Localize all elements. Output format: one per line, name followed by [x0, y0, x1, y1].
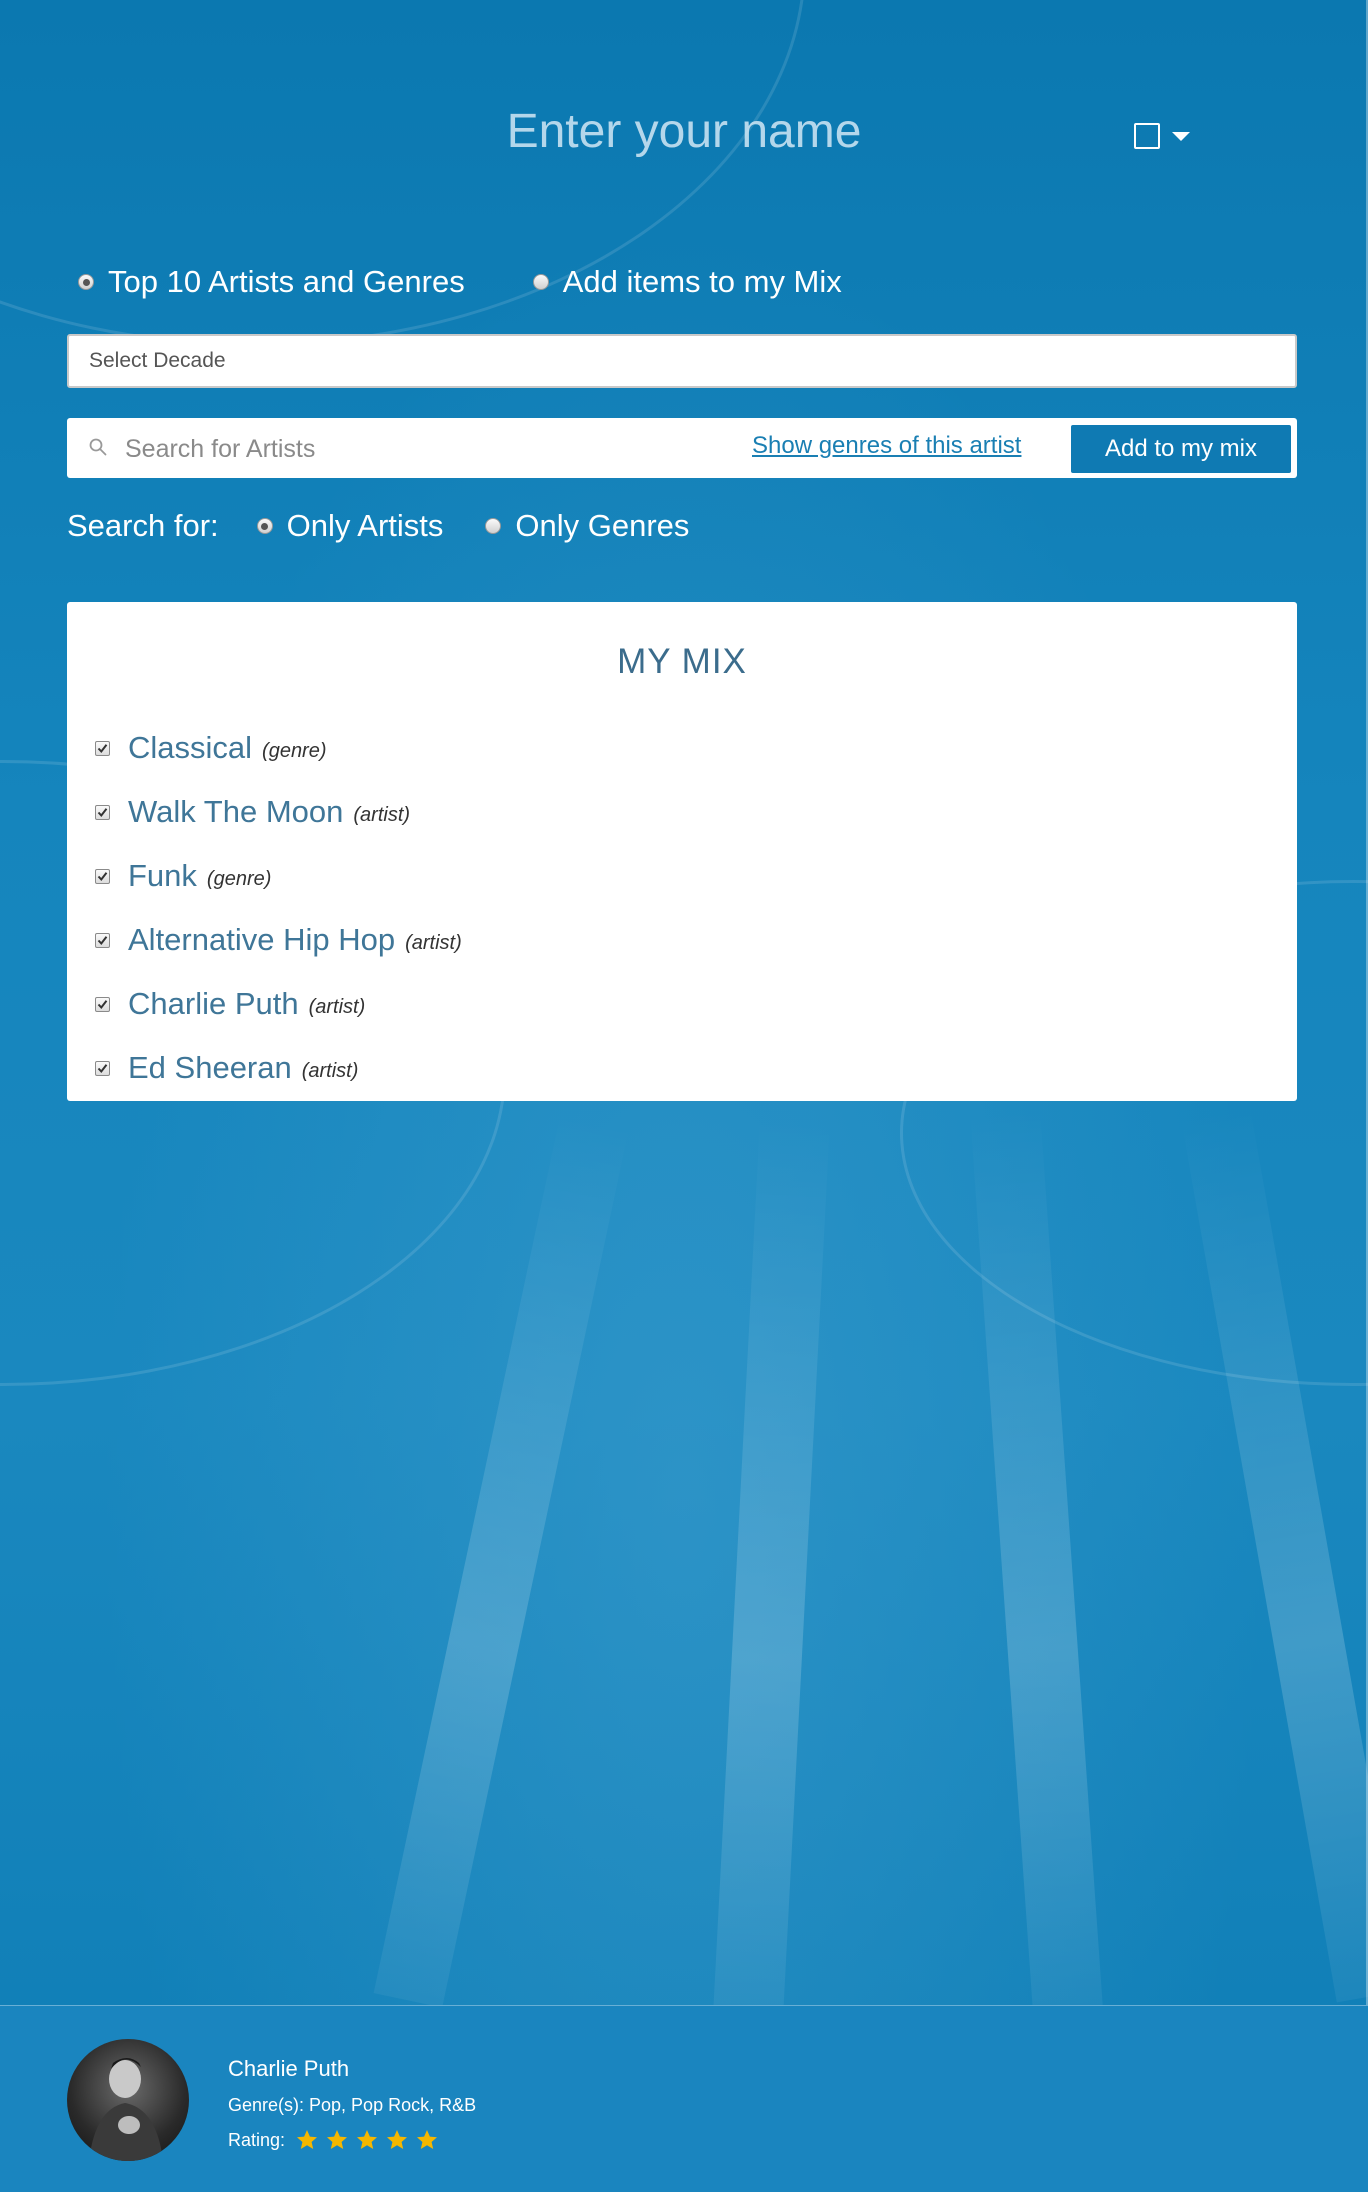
my-mix-panel: MY MIX Classical (genre) Walk The Moon (… — [67, 602, 1297, 1101]
star-icon — [297, 2130, 318, 2149]
checkbox[interactable] — [95, 804, 110, 820]
chevron-down-icon — [1172, 131, 1190, 141]
radio-only-genres[interactable] — [485, 518, 502, 534]
checkbox-icon — [1134, 123, 1160, 149]
mix-item-type: (artist) — [353, 803, 411, 826]
artist-search-bar: Show genres of this artist Add to my mix — [67, 418, 1297, 478]
checkmark-icon — [97, 807, 108, 817]
now-playing-bar: Charlie Puth Genre(s): Pop, Pop Rock, R&… — [0, 2005, 1368, 2192]
now-playing-artist: Charlie Puth — [228, 2056, 350, 2081]
rating-stars — [295, 2128, 445, 2152]
checkbox[interactable] — [95, 868, 110, 884]
mode-radio-group: Top 10 Artists and Genres Add items to m… — [78, 264, 842, 300]
checkbox[interactable] — [95, 740, 110, 756]
mix-item-name: Classical — [128, 730, 253, 765]
star-icon — [387, 2130, 408, 2149]
background-beam — [712, 1118, 830, 2005]
user-menu-toggle[interactable] — [1134, 120, 1204, 152]
search-for-option-label: Only Artists — [286, 508, 444, 543]
artist-photo-icon — [89, 2058, 163, 2161]
search-for-option-genres[interactable]: Only Genres — [485, 508, 689, 544]
decade-select-value: Select Decade — [89, 349, 226, 372]
checkmark-icon — [97, 743, 108, 753]
mix-item-type: (artist) — [301, 1059, 359, 1082]
radio-only-artists[interactable] — [256, 518, 273, 534]
checkmark-icon — [97, 999, 108, 1009]
mix-item-name: Funk — [128, 858, 197, 893]
list-item: Charlie Puth (artist) — [95, 972, 462, 1036]
mix-item-name: Alternative Hip Hop — [128, 922, 396, 957]
mix-item-type: (artist) — [405, 931, 462, 954]
search-icon — [89, 438, 107, 456]
mode-option-top10[interactable]: Top 10 Artists and Genres — [78, 264, 465, 300]
avatar — [67, 2039, 189, 2161]
mode-option-label: Top 10 Artists and Genres — [108, 264, 465, 299]
checkmark-icon — [97, 935, 108, 945]
list-item: Walk The Moon (artist) — [95, 780, 462, 844]
radio-top10[interactable] — [78, 274, 94, 290]
checkmark-icon — [97, 1063, 108, 1073]
mode-option-add-items[interactable]: Add items to my Mix — [532, 264, 842, 300]
search-for-group: Search for: Only Artists Only Genres — [67, 508, 689, 544]
radio-add-items[interactable] — [532, 274, 549, 290]
now-playing-genres: Genre(s): Pop, Pop Rock, R&B — [228, 2095, 477, 2115]
mix-item-name: Charlie Puth — [128, 986, 299, 1021]
show-genres-link[interactable]: Show genres of this artist — [752, 432, 1021, 460]
mix-item-name: Ed Sheeran — [128, 1050, 292, 1085]
star-icon — [357, 2130, 378, 2149]
mix-item-type: (genre) — [206, 867, 272, 890]
add-to-mix-button[interactable]: Add to my mix — [1071, 425, 1291, 473]
now-playing-rating: Rating: — [228, 2128, 445, 2152]
search-input[interactable] — [123, 426, 687, 472]
checkmark-icon — [97, 871, 108, 881]
my-mix-title: MY MIX — [617, 642, 747, 681]
checkbox[interactable] — [95, 1060, 110, 1076]
list-item: Alternative Hip Hop (artist) — [95, 908, 462, 972]
search-for-label: Search for: — [67, 508, 219, 543]
mix-item-name: Walk The Moon — [128, 794, 344, 829]
star-icon — [327, 2130, 348, 2149]
checkbox[interactable] — [95, 932, 110, 948]
search-for-option-artists[interactable]: Only Artists — [256, 508, 444, 544]
search-for-option-label: Only Genres — [515, 508, 690, 543]
checkbox[interactable] — [95, 996, 110, 1012]
list-item: Classical (genre) — [95, 716, 462, 780]
my-mix-list: Classical (genre) Walk The Moon (artist)… — [95, 716, 462, 1100]
mode-option-label: Add items to my Mix — [562, 264, 842, 299]
mix-item-type: (artist) — [308, 995, 366, 1018]
decade-select[interactable]: Select Decade — [67, 334, 1297, 388]
mix-item-type: (genre) — [262, 739, 327, 762]
rating-label: Rating: — [228, 2129, 286, 2150]
list-item: Ed Sheeran (artist) — [95, 1036, 462, 1100]
star-icon — [417, 2130, 438, 2149]
list-item: Funk (genre) — [95, 844, 462, 908]
